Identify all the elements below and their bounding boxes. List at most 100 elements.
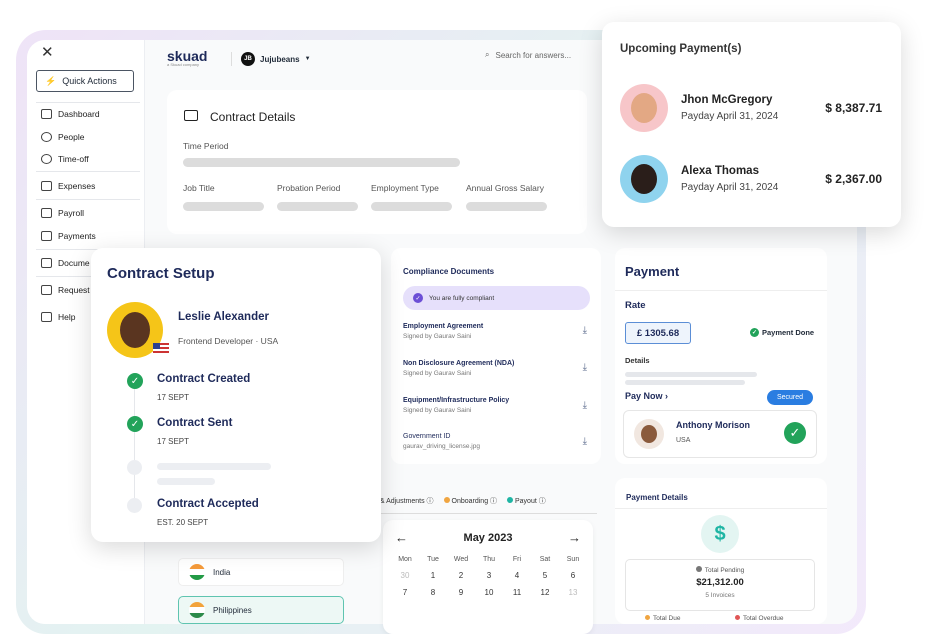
document-item[interactable]: Equipment/Infrastructure Policy Signed by…: [403, 397, 509, 414]
divider: [231, 52, 232, 66]
step-date: 17 SEPT: [157, 437, 190, 446]
calendar-day[interactable]: 13: [559, 588, 587, 597]
dot-icon: [695, 566, 702, 572]
placeholder-bar: [625, 380, 745, 385]
search-bar[interactable]: ⌕ Search for answers...: [485, 50, 571, 60]
dot-icon: [443, 496, 450, 503]
step-date: EST. 20 SEPT: [157, 518, 209, 527]
calendar-day[interactable]: 30: [391, 571, 419, 580]
placeholder-bar: [183, 202, 264, 211]
legend-item[interactable]: Payout ⓘ: [507, 496, 546, 506]
sidebar-item-label: Payroll: [58, 208, 84, 218]
caret-down-icon: ▼: [304, 56, 311, 62]
wallet-icon: [41, 231, 52, 241]
document-subtitle: Signed by Gaurav Saini: [403, 370, 472, 377]
sidebar-item-people[interactable]: People: [41, 132, 84, 142]
country-label: India: [213, 567, 231, 577]
sidebar-item-label: Docume: [58, 258, 90, 268]
logo[interactable]: skuad a Skuad company: [167, 48, 207, 67]
document-title: Employment Agreement: [403, 323, 484, 330]
country-item-philippines[interactable]: Philippines: [178, 596, 344, 624]
sidebar-item-help[interactable]: Help: [41, 312, 75, 322]
document-title: Equipment/Infrastructure Policy: [403, 397, 510, 404]
pending-box: Total Pending $21,312.00 5 Invoices: [625, 559, 815, 611]
search-icon: ⌕: [485, 50, 490, 59]
calendar-day[interactable]: 3: [475, 571, 503, 580]
field-label: Employment Type: [371, 183, 439, 193]
calendar-day[interactable]: 11: [503, 588, 531, 597]
sidebar-item-payments[interactable]: Payments: [41, 231, 96, 241]
calendar: ← May 2023 → Mon Tue Wed Thu Fri Sat Sun 30 1 2 3 4…: [383, 520, 593, 634]
card-title: Contract Details: [210, 110, 296, 124]
arrow-right-icon[interactable]: →: [568, 530, 581, 545]
sidebar-item-expenses[interactable]: Expenses: [41, 181, 95, 191]
legend-strip: ses & Adjustments ⓘ Onboarding ⓘ Payout …: [367, 488, 597, 514]
quick-actions-button[interactable]: ⚡ Quick Actions: [36, 70, 134, 92]
placeholder-bar: [157, 463, 271, 470]
calendar-day[interactable]: 1: [419, 571, 447, 580]
calendar-day[interactable]: 10: [475, 588, 503, 597]
search-input[interactable]: Search for answers...: [495, 51, 571, 60]
download-icon[interactable]: ⤓: [583, 436, 587, 447]
upcoming-item[interactable]: Alexa Thomas Payday April 31, 2024 $ 2,3…: [620, 153, 885, 203]
payee-card[interactable]: Anthony Morison USA ✓: [623, 410, 817, 458]
sidebar-item-payroll[interactable]: Payroll: [41, 208, 84, 218]
quick-actions-label: Quick Actions: [62, 76, 117, 86]
country-item-india[interactable]: India: [178, 558, 344, 586]
sidebar-item-documents[interactable]: Docume: [41, 258, 90, 268]
pay-now-link[interactable]: Pay Now ›: [625, 391, 668, 401]
lightning-icon: ⚡: [45, 75, 57, 86]
step-label: Contract Created: [157, 373, 251, 385]
pending-amount: $21,312.00: [696, 577, 744, 588]
calendar-day[interactable]: 8: [419, 588, 447, 597]
legend-item[interactable]: Onboarding ⓘ: [443, 496, 497, 506]
payee-name: Anthony Morison: [676, 420, 750, 430]
sidebar-item-requests[interactable]: Request: [41, 285, 90, 295]
calendar-day[interactable]: 2: [447, 571, 475, 580]
sidebar-item-label: Payments: [58, 231, 96, 241]
sidebar-item-time-off[interactable]: Time-off: [41, 154, 89, 164]
document-item[interactable]: Employment Agreement Signed by Gaurav Sai…: [403, 323, 483, 340]
step-label: Contract Sent: [157, 417, 233, 429]
secured-badge: Secured: [767, 390, 813, 405]
calendar-day[interactable]: 4: [503, 571, 531, 580]
card-title: Payment: [625, 264, 680, 279]
calendar-day[interactable]: 7: [391, 588, 419, 597]
document-title: Government ID: [403, 433, 451, 440]
philippines-flag-icon: [189, 602, 205, 618]
compliance-status: ✓ You are fully compliant: [403, 286, 590, 310]
pending-label: Total Pending: [626, 566, 814, 574]
org-badge: JB: [241, 52, 255, 66]
calendar-day[interactable]: 9: [447, 588, 475, 597]
document-item[interactable]: Government ID gaurav_driving_license.jpg: [403, 433, 480, 450]
check-circle-icon: ✓: [413, 293, 423, 303]
sidebar-item-dashboard[interactable]: Dashboard: [41, 109, 100, 119]
document-item[interactable]: Non Disclosure Agreement (NDA) Signed by …: [403, 360, 514, 377]
sidebar-item-label: Dashboard: [58, 109, 100, 119]
calendar-day[interactable]: 5: [531, 571, 559, 580]
sidebar-item-label: Help: [58, 312, 76, 322]
close-icon[interactable]: ✕: [41, 43, 54, 61]
time-period-label: Time Period: [183, 141, 229, 151]
download-icon[interactable]: ⤓: [583, 325, 587, 336]
placeholder-bar: [157, 478, 215, 485]
pending-step-icon: [127, 460, 142, 475]
placeholder-bar: [183, 158, 460, 167]
download-icon[interactable]: ⤓: [583, 362, 587, 373]
details-label: Details: [625, 356, 650, 365]
divider: [615, 508, 827, 509]
field-label: Probation Period: [277, 183, 341, 193]
payment-card: Payment Rate £ 1305.68 ✓ Payment Done De…: [615, 248, 827, 464]
calendar-day[interactable]: 12: [531, 588, 559, 597]
total-overdue: Total Overdue: [735, 615, 783, 622]
org-switcher[interactable]: JB Jujubeans ▼: [241, 52, 311, 66]
download-icon[interactable]: ⤓: [583, 400, 587, 411]
timeline-line: [134, 383, 135, 508]
dot-icon: [645, 615, 650, 620]
card-title: Upcoming Payment(s): [620, 43, 742, 55]
upcoming-item[interactable]: Jhon McGregory Payday April 31, 2024 $ 8…: [620, 82, 885, 132]
divider: [36, 199, 140, 200]
pending-label-text: Total Pending: [704, 567, 745, 574]
weekday-label: Mon: [398, 556, 412, 563]
calendar-day[interactable]: 6: [559, 571, 587, 580]
